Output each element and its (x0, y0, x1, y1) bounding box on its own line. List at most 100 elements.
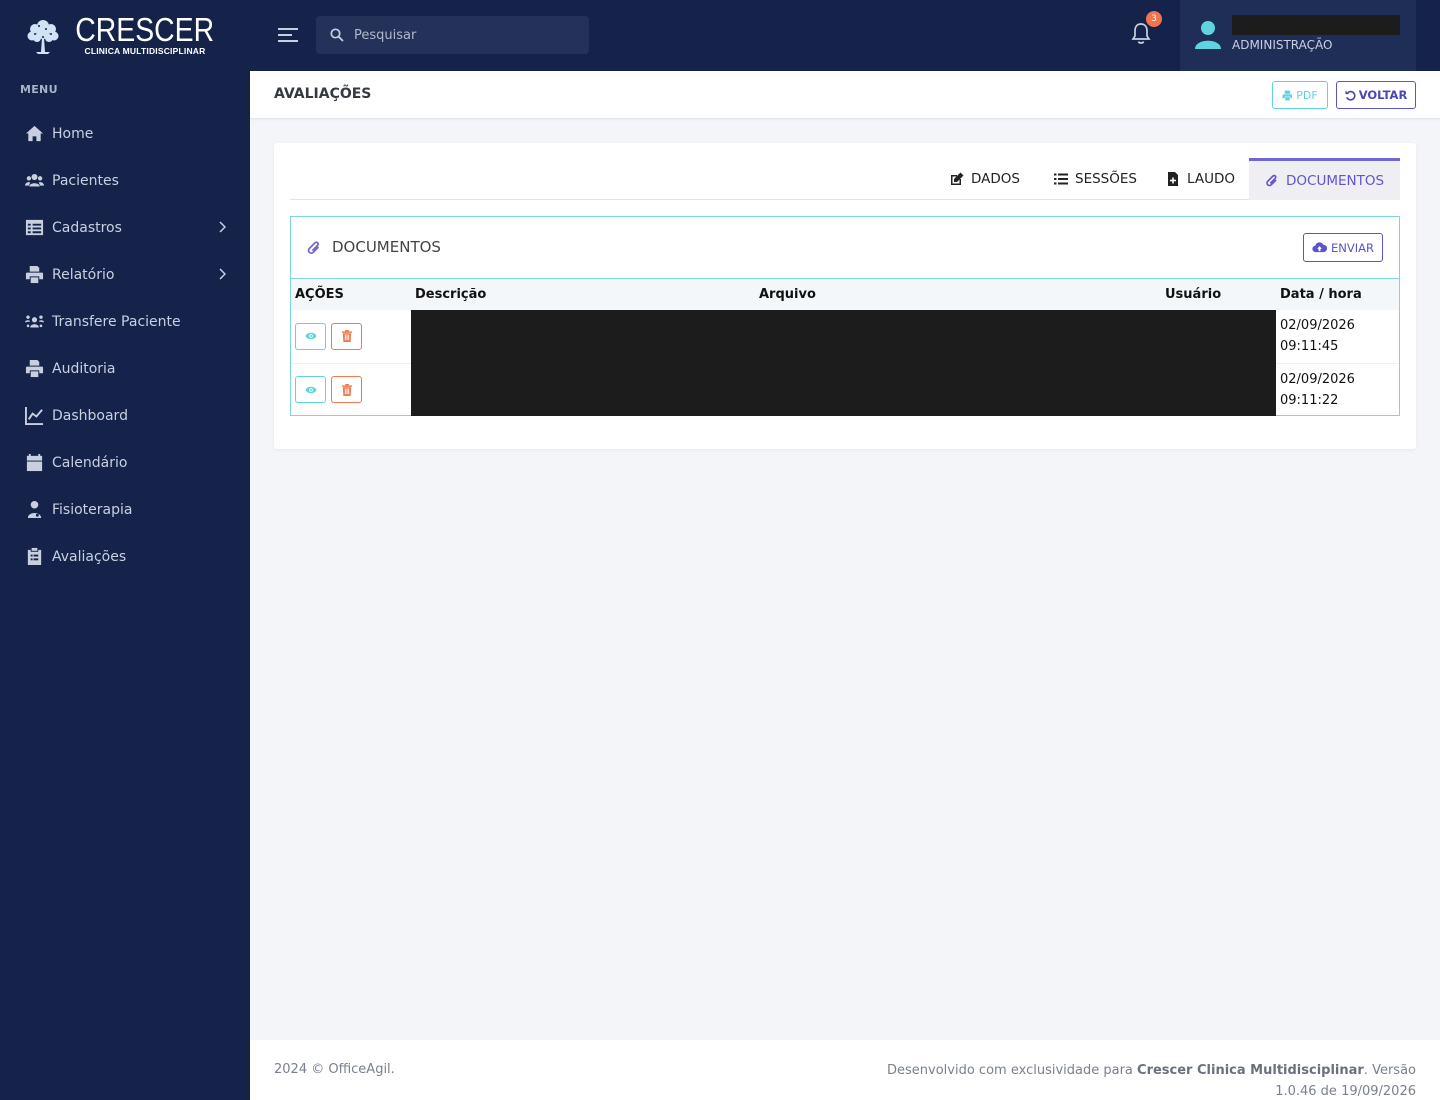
row-date: 02/09/2026 (1280, 318, 1355, 334)
row-actions (291, 363, 411, 416)
sidebar-item-relatorio[interactable]: Relatório (0, 251, 250, 298)
row-date: 02/09/2026 (1280, 371, 1355, 387)
sidebar-item-label: Dashboard (52, 407, 128, 424)
row-datetime: 02/09/2026 09:11:45 (1276, 310, 1399, 364)
tabs: DADOS SESSÕES LAUDO DOCUMENTOS (290, 158, 1401, 200)
sidebar-item-calendario[interactable]: Calendário (0, 439, 250, 486)
tab-label: LAUDO (1187, 171, 1235, 187)
table-row: 02/09/2026 09:11:22 (291, 363, 1399, 416)
paperclip-icon (307, 241, 320, 254)
column-header-data-hora[interactable]: Data / hora (1276, 279, 1399, 310)
sidebar-item-label: Auditoria (52, 360, 116, 377)
row-time: 09:11:45 (1280, 339, 1339, 355)
user-name-redacted (1232, 15, 1400, 35)
documents-panel: DOCUMENTOS ENVIAR AÇÕES Descrição Arquiv… (290, 216, 1400, 416)
notification-badge: 3 (1146, 11, 1162, 27)
sidebar-item-dashboard[interactable]: Dashboard (0, 392, 250, 439)
tree-logo-icon (27, 19, 59, 54)
footer-copyright: 2024 © OfficeAgil. (274, 1062, 395, 1077)
table-row: 02/09/2026 09:11:45 (291, 310, 1399, 364)
sidebar-item-label: Calendário (52, 454, 128, 471)
back-button-label: VOLTAR (1358, 88, 1408, 102)
documents-title: DOCUMENTOS (332, 238, 441, 256)
sidebar: CRESCER CLINICA MULTIDISCIPLINAR MENU Ho… (0, 0, 250, 1100)
chevron-right-icon (219, 221, 226, 233)
search-icon (330, 28, 344, 42)
paperclip-icon (1266, 174, 1277, 186)
tab-documentos[interactable]: DOCUMENTOS (1249, 158, 1401, 200)
trash-icon (341, 383, 352, 396)
topbar: 3 ADMINISTRAÇÃO (250, 0, 1440, 71)
edit-icon (951, 172, 964, 185)
users-icon (24, 171, 44, 191)
column-header-arquivo[interactable]: Arquivo (755, 279, 1161, 310)
sidebar-item-fisioterapia[interactable]: Fisioterapia (0, 486, 250, 533)
footer-company: Crescer Clinica Multidisciplinar (1137, 1063, 1364, 1078)
redacted-cells (411, 310, 1276, 363)
undo-icon (1345, 89, 1356, 101)
upload-button[interactable]: ENVIAR (1303, 233, 1383, 262)
redacted-cells (411, 363, 1276, 416)
table-icon (24, 218, 44, 238)
search-input[interactable] (354, 27, 574, 43)
tab-sessoes[interactable]: SESSÕES (1054, 158, 1137, 200)
delete-document-button[interactable] (331, 322, 363, 350)
eye-icon (304, 333, 317, 340)
user-doctor-icon (24, 500, 44, 520)
tab-label: DADOS (971, 171, 1020, 187)
file-plus-icon (1168, 172, 1178, 186)
sidebar-item-label: Cadastros (52, 219, 122, 236)
brand-name: CRESCER (75, 11, 215, 48)
tab-label: SESSÕES (1075, 171, 1137, 187)
view-document-button[interactable] (295, 376, 326, 404)
page-title: AVALIAÇÕES (274, 86, 372, 102)
tab-laudo[interactable]: LAUDO (1166, 158, 1235, 200)
sidebar-item-cadastros[interactable]: Cadastros (0, 204, 250, 251)
documents-panel-header: DOCUMENTOS ENVIAR (291, 217, 1399, 279)
home-icon (24, 124, 44, 144)
sidebar-item-transfere-paciente[interactable]: Transfere Paciente (0, 298, 250, 345)
column-header-acoes: AÇÕES (295, 287, 344, 302)
eye-icon (304, 386, 317, 393)
footer-credits: Desenvolvido com exclusividade para Cres… (856, 1060, 1416, 1100)
user-role: ADMINISTRAÇÃO (1232, 38, 1333, 52)
tab-label: DOCUMENTOS (1286, 172, 1385, 189)
pdf-button[interactable]: PDF (1272, 81, 1328, 109)
sidebar-item-avaliacoes[interactable]: Avaliações (0, 533, 250, 580)
pdf-button-label: PDF (1296, 88, 1318, 102)
printer-icon (24, 359, 44, 379)
calendar-icon (24, 453, 44, 473)
column-header-descricao[interactable]: Descrição (411, 279, 755, 310)
sidebar-item-home[interactable]: Home (0, 110, 250, 157)
line-chart-icon (24, 406, 44, 426)
back-button[interactable]: VOLTAR (1336, 81, 1416, 109)
clipboard-icon (24, 547, 44, 567)
sidebar-item-label: Relatório (52, 266, 115, 283)
menu-toggle-icon[interactable] (278, 26, 300, 44)
cloud-upload-icon (1312, 242, 1327, 253)
tab-dados[interactable]: DADOS (950, 158, 1020, 200)
delete-document-button[interactable] (331, 376, 363, 404)
page-header: AVALIAÇÕES PDF VOLTAR (250, 71, 1440, 119)
menu-title: MENU (20, 83, 58, 96)
sidebar-item-label: Avaliações (52, 548, 127, 565)
footer: 2024 © OfficeAgil. Desenvolvido com excl… (250, 1040, 1440, 1100)
sidebar-item-label: Pacientes (52, 172, 119, 189)
sidebar-item-label: Fisioterapia (52, 501, 133, 518)
documents-table: AÇÕES Descrição Arquivo Usuário Data / h… (291, 279, 1399, 416)
people-transfer-icon (24, 312, 44, 332)
sidebar-item-pacientes[interactable]: Pacientes (0, 157, 250, 204)
row-datetime: 02/09/2026 09:11:22 (1276, 363, 1399, 416)
footer-credits-prefix: Desenvolvido com exclusividade para (887, 1063, 1138, 1078)
row-actions (291, 310, 411, 364)
sidebar-item-label: Transfere Paciente (52, 313, 181, 330)
upload-button-label: ENVIAR (1331, 240, 1374, 255)
column-header-usuario[interactable]: Usuário (1161, 279, 1276, 310)
view-document-button[interactable] (295, 322, 326, 350)
user-menu[interactable]: ADMINISTRAÇÃO (1180, 0, 1416, 71)
user-avatar-icon (1195, 21, 1221, 49)
brand-logo[interactable]: CRESCER CLINICA MULTIDISCIPLINAR (0, 0, 250, 71)
search-box[interactable] (316, 16, 589, 54)
chevron-right-icon (219, 268, 226, 280)
sidebar-item-auditoria[interactable]: Auditoria (0, 345, 250, 392)
